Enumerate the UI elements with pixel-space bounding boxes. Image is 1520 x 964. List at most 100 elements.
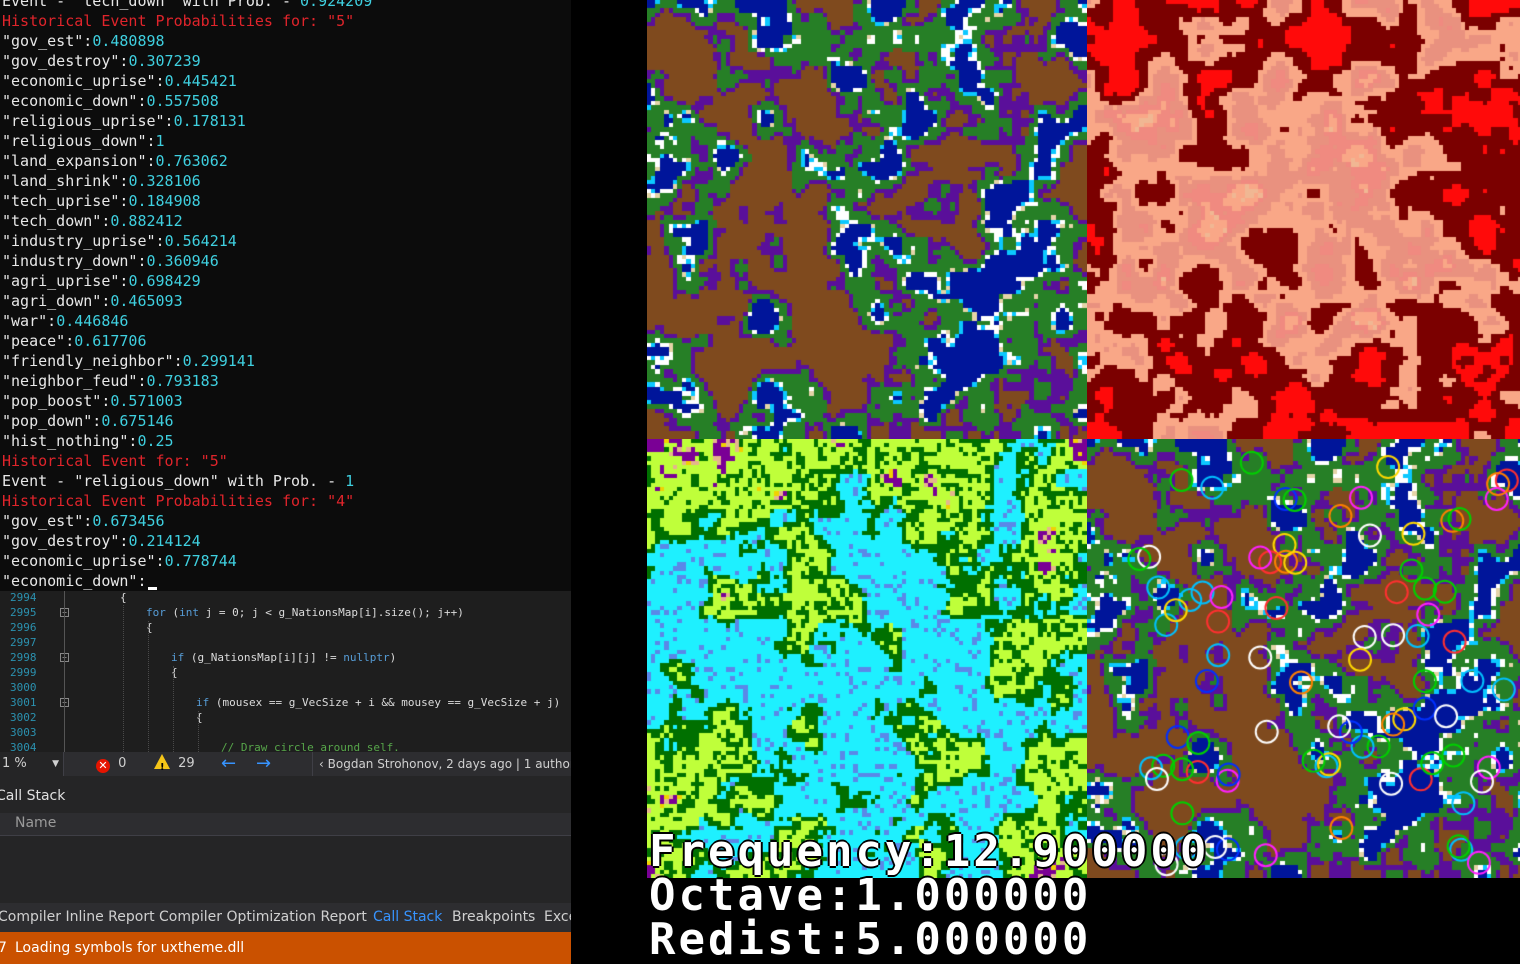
zoom-dropdown[interactable]: 1 % ▼ (0, 752, 64, 776)
error-count-value: 0 (118, 756, 127, 771)
console-line: "economic_uprise":0.778744 (2, 551, 237, 571)
console-line-key: Historical Event for: "5" (2, 452, 228, 470)
status-text: Loading symbols for uxtheme.dll (15, 940, 245, 956)
console-line-key: "tech_uprise": (2, 192, 129, 210)
console-line-key: "religious_down": (2, 132, 156, 150)
error-count[interactable]: ✕ 0 (96, 752, 126, 776)
code-token: { (146, 621, 153, 634)
console-line-value: 0.673456 (92, 512, 165, 530)
console-line-key: Event - "tech_down" with Prob. - (2, 0, 301, 10)
console-line: "economic_down": (2, 571, 157, 591)
console-line-key: "pop_boost": (2, 392, 111, 410)
console-line: "agri_uprise":0.698429 (2, 271, 201, 291)
console-line: "pop_boost":0.571003 (2, 391, 183, 411)
console-line: "industry_uprise":0.564214 (2, 231, 237, 251)
redist-label: Redist:5.000000 (649, 914, 1092, 964)
column-header-name[interactable]: Name (15, 815, 56, 831)
warning-count-value: 29 (178, 756, 195, 771)
console-line-key: Event - "religious_down" with Prob. - (2, 472, 346, 490)
tab-compiler-optimization-report[interactable]: Compiler Optimization Report (159, 903, 367, 932)
console-line: "peace":0.617706 (2, 331, 147, 351)
console-line-value: 0.571003 (110, 392, 183, 410)
tab-call-stack[interactable]: Call Stack (373, 903, 442, 932)
console-line-value: 0.564214 (164, 232, 237, 250)
indent-guide (123, 605, 124, 752)
error-icon: ✕ (96, 759, 110, 773)
console-line: "tech_uprise":0.184908 (2, 191, 201, 211)
nations-map-quadrant[interactable] (1087, 439, 1520, 878)
moisture-map-quadrant[interactable] (647, 439, 1087, 878)
console-line: "land_expansion":0.763062 (2, 151, 228, 171)
nav-back-icon[interactable]: ← (221, 752, 236, 776)
code-line[interactable]: if (g_NationsMap[i][j] != nullptr) (171, 650, 396, 665)
tab-exception-settings[interactable]: Exception Settings (544, 903, 571, 932)
terrain-map-quadrant[interactable] (647, 0, 1087, 439)
console-line: "land_shrink":0.328106 (2, 171, 201, 191)
console-line: "war":0.446846 (2, 311, 128, 331)
call-stack-panel: Call Stack Name (0, 776, 571, 903)
console-line-value: 0.178131 (173, 112, 246, 130)
map-window[interactable]: Frequency:12.900000 Octave:1.000000 Redi… (647, 0, 1520, 964)
code-line[interactable]: if (mousex == g_VecSize + i && mousey ==… (196, 695, 560, 710)
code-line[interactable]: { (196, 710, 203, 725)
chevron-down-icon: ▼ (52, 759, 59, 769)
nav-forward-icon[interactable]: → (256, 752, 271, 776)
console-line-value: 0.793183 (146, 372, 219, 390)
console-line: "gov_destroy":0.307239 (2, 51, 201, 71)
code-token: (g_NationsMap[i][j] != (184, 651, 344, 664)
console-line: "friendly_neighbor":0.299141 (2, 351, 255, 371)
indent-guide (173, 666, 174, 752)
code-token: ) (389, 651, 397, 664)
line-number: 3000 (10, 681, 37, 694)
status-icon: 7 (0, 940, 7, 956)
console-line-value: 0.675146 (101, 412, 174, 430)
console-line-key: "economic_uprise": (2, 552, 165, 570)
code-line[interactable]: for (int j = 0; j < g_NationsMap[i].size… (146, 605, 464, 620)
code-line[interactable]: { (146, 620, 153, 635)
console-line-value: 0.184908 (128, 192, 201, 210)
console-line: Event - "religious_down" with Prob. - 1 (2, 471, 354, 491)
line-number: 3003 (10, 726, 37, 739)
zoom-value: 1 % (2, 756, 27, 771)
console-line-value: 0.882412 (110, 212, 183, 230)
text-cursor (147, 587, 157, 590)
console-line-value: 0.445421 (164, 72, 237, 90)
console-line: "gov_destroy":0.214124 (2, 531, 201, 551)
code-line[interactable]: { (171, 665, 178, 680)
console-line-key: Historical Event Probabilities for: "4" (2, 492, 355, 510)
tab-compiler-inline-report[interactable]: Compiler Inline Report (0, 903, 155, 932)
call-stack-title: Call Stack (0, 788, 66, 804)
console-line-key: "economic_uprise": (2, 72, 165, 90)
console-line-key: "agri_down": (2, 292, 111, 310)
console-line-key: "neighbor_feud": (2, 372, 147, 390)
code-line[interactable]: { (120, 591, 127, 605)
console-line: Historical Event Probabilities for: "5" (2, 11, 354, 31)
warning-count[interactable]: ! 29 (154, 752, 195, 776)
console-line-key: "tech_down": (2, 212, 111, 230)
indent-guide (198, 711, 199, 752)
console-line-value: 0.328106 (128, 172, 201, 190)
console-line: Event - "tech_down" with Prob. - 0.92420… (2, 0, 372, 11)
console-line-key: "gov_est": (2, 512, 93, 530)
status-bar: 7 Loading symbols for uxtheme.dll (0, 932, 571, 964)
bottom-tab-bar: Compiler Inline Report Compiler Optimizat… (0, 903, 571, 932)
console-line-key: "land_shrink": (2, 172, 129, 190)
console-line: "industry_down":0.360946 (2, 251, 219, 271)
console-line-key: Historical Event Probabilities for: "5" (2, 12, 355, 30)
git-blame-info[interactable]: ‹ Bogdan Strohonov, 2 days ago | 1 autho… (312, 752, 590, 776)
console-line-key: "religious_uprise": (2, 112, 174, 130)
code-editor[interactable]: 2994{2995−for (int j = 0; j < g_NationsM… (0, 591, 571, 752)
console-line-key: "gov_destroy": (2, 532, 129, 550)
heat-map-quadrant[interactable] (1087, 0, 1520, 439)
console-line-key: "industry_down": (2, 252, 147, 270)
tab-breakpoints[interactable]: Breakpoints (452, 903, 535, 932)
code-line[interactable]: // Draw circle around self. (221, 740, 400, 752)
code-token: if (171, 651, 185, 664)
console-line: "pop_down":0.675146 (2, 411, 174, 431)
code-token: j = 0; j < g_NationsMap[i].size(); j++) (199, 606, 464, 619)
editor-status-strip: 1 % ▼ ✕ 0 ! 29 ← → ‹ Bogdan Strohonov, 2… (0, 752, 590, 776)
console-line: "gov_est":0.480898 (2, 31, 165, 51)
code-token: // Draw circle around self. (221, 741, 400, 752)
line-number: 2998 (10, 651, 37, 664)
console-line: "gov_est":0.673456 (2, 511, 165, 531)
